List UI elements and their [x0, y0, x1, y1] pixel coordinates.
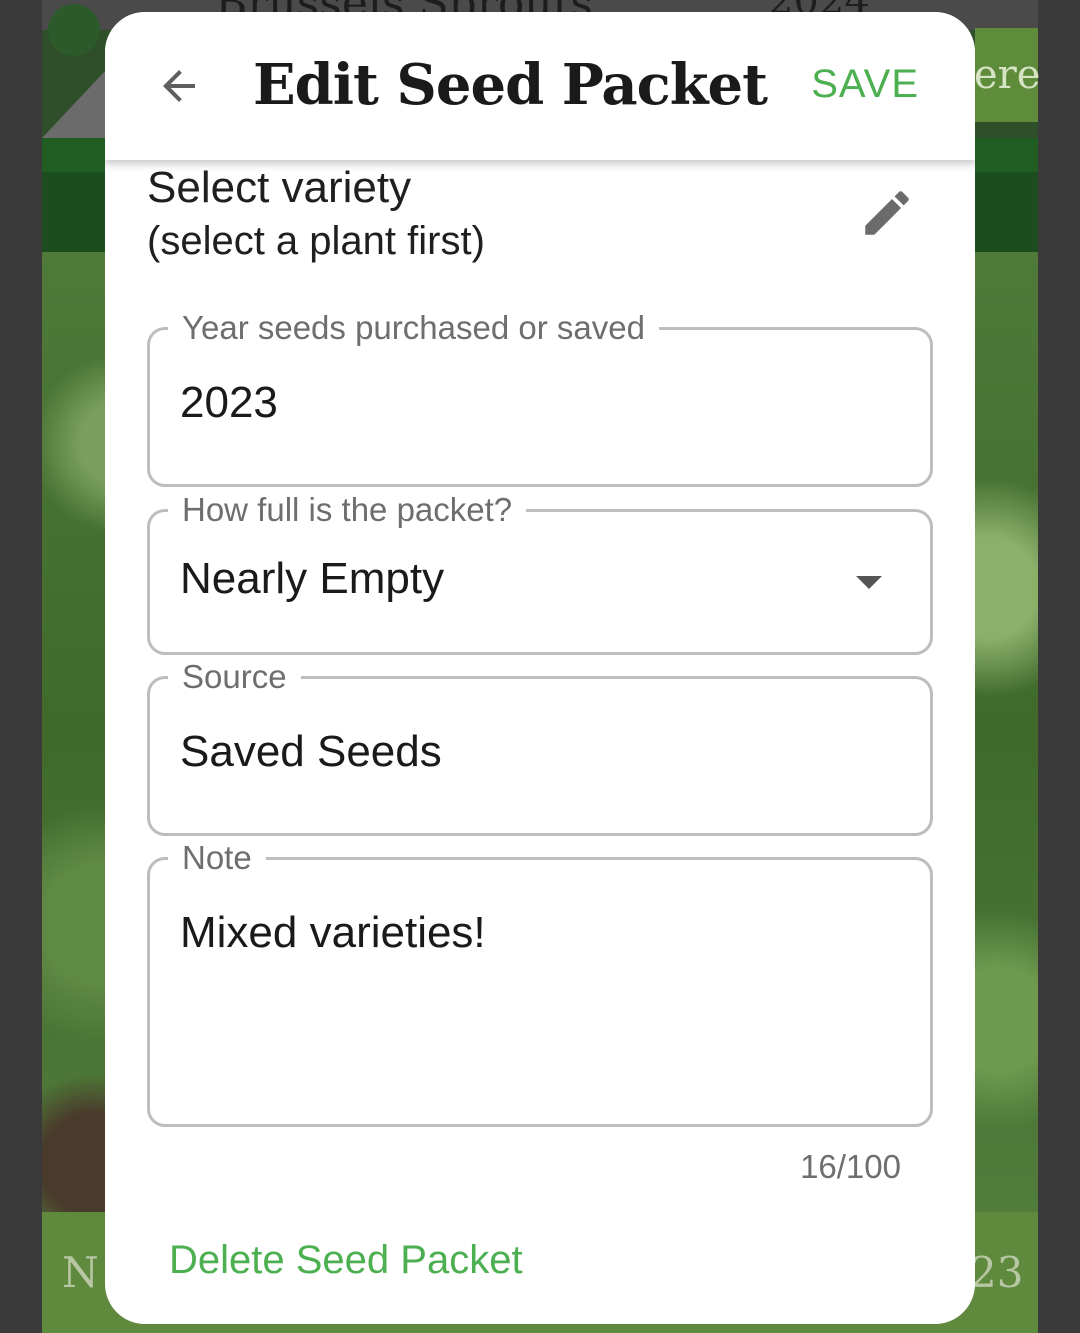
edit-seed-packet-dialog: Edit Seed Packet SAVE Select variety (se… — [105, 12, 975, 1324]
year-field[interactable]: Year seeds purchased or saved 2023 — [147, 308, 933, 487]
background-bottom-text-right: 23 — [970, 1248, 1024, 1297]
select-variety-label: Select variety — [147, 163, 412, 212]
source-field[interactable]: Source Saved Seeds — [147, 657, 933, 836]
source-field-label: Source — [168, 657, 301, 697]
note-character-counter: 16/100 — [800, 1148, 901, 1185]
edit-variety-button[interactable] — [857, 183, 917, 243]
packet-fullness-value[interactable]: Nearly Empty — [180, 554, 444, 604]
background-bottom-text-left: N — [62, 1248, 99, 1297]
delete-seed-packet-button[interactable]: Delete Seed Packet — [169, 1238, 523, 1283]
dialog-title: Edit Seed Packet — [252, 52, 768, 118]
note-field-label: Note — [168, 838, 266, 878]
year-field-value[interactable]: 2023 — [180, 378, 278, 428]
background-plant-icon — [48, 4, 100, 56]
note-field-value[interactable]: Mixed varieties! — [180, 908, 486, 958]
packet-fullness-label: How full is the packet? — [168, 490, 527, 530]
select-variety-row[interactable]: Select variety (select a plant first) — [147, 157, 937, 267]
background-corner-shape — [42, 70, 106, 138]
dropdown-arrow-icon[interactable] — [856, 576, 882, 589]
source-field-value[interactable]: Saved Seeds — [180, 727, 442, 777]
dialog-header: Edit Seed Packet SAVE — [105, 12, 975, 160]
save-button[interactable]: SAVE — [811, 62, 919, 107]
background-right-text: ere — [974, 52, 1041, 98]
year-field-label: Year seeds purchased or saved — [168, 308, 659, 348]
pencil-icon — [865, 191, 909, 235]
note-field[interactable]: Note Mixed varieties! — [147, 838, 933, 1127]
packet-fullness-select[interactable]: How full is the packet? Nearly Empty — [147, 490, 933, 655]
select-variety-hint: (select a plant first) — [147, 219, 485, 263]
